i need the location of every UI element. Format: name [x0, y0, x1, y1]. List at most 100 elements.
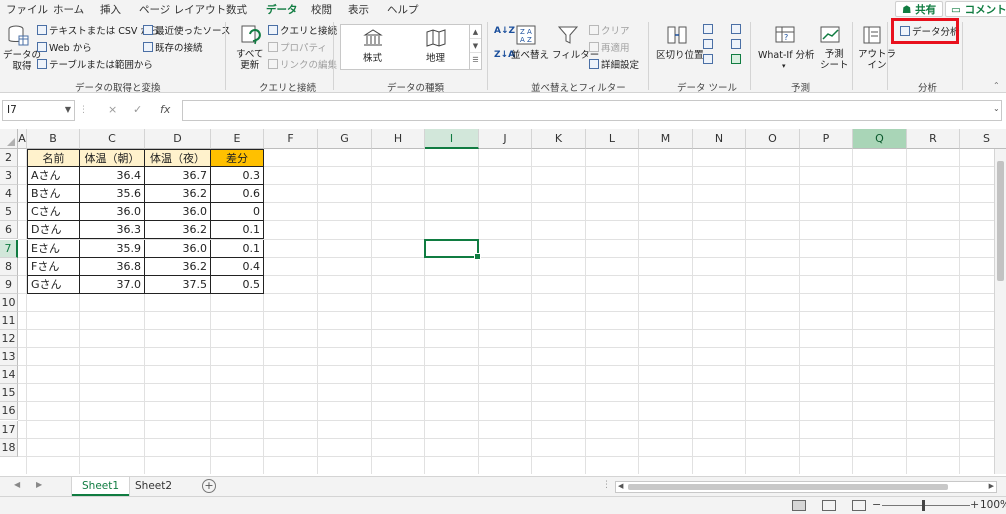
column-header-b[interactable]: B	[27, 129, 80, 149]
tab-data[interactable]: データ	[264, 2, 299, 20]
table-cell[interactable]: 0.4	[211, 257, 264, 276]
row-header-18[interactable]: 18	[0, 438, 18, 457]
row-header-2[interactable]: 2	[0, 149, 18, 168]
table-cell[interactable]: 37.0	[80, 275, 145, 294]
column-header-k[interactable]: K	[532, 129, 586, 149]
chevron-up-icon[interactable]: ▲	[470, 25, 481, 39]
tab-home[interactable]: ホーム	[53, 2, 84, 17]
table-cell[interactable]: Cさん	[27, 203, 80, 222]
existing-connections-button[interactable]: 既存の接続	[143, 42, 203, 54]
row-header-17[interactable]: 17	[0, 420, 18, 439]
table-cell[interactable]: 36.2	[145, 185, 211, 204]
next-sheet-icon[interactable]: ▶	[36, 480, 42, 489]
drag-handle-icon[interactable]: ⋮	[79, 105, 88, 115]
column-header-m[interactable]: M	[639, 129, 693, 149]
column-header-o[interactable]: O	[746, 129, 800, 149]
zoom-level[interactable]: 100%	[980, 499, 1006, 511]
column-header-l[interactable]: L	[586, 129, 639, 149]
table-cell[interactable]: 37.5	[145, 275, 211, 294]
row-header-10[interactable]: 10	[0, 293, 18, 312]
row-header-3[interactable]: 3	[0, 167, 18, 186]
table-cell[interactable]: Dさん	[27, 221, 80, 240]
gallery-scroll[interactable]: ▲ ▼ ☰	[469, 25, 481, 69]
column-header-e[interactable]: E	[211, 129, 264, 149]
table-cell[interactable]: 36.0	[80, 203, 145, 222]
table-cell[interactable]: Bさん	[27, 185, 80, 204]
active-cell-cursor[interactable]	[424, 238, 481, 260]
column-header-q[interactable]: Q	[853, 129, 907, 149]
zoom-slider[interactable]	[882, 505, 970, 506]
horizontal-scrollbar[interactable]: ◀ ▶	[615, 481, 997, 493]
tab-file[interactable]: ファイル	[6, 2, 48, 17]
row-header-5[interactable]: 5	[0, 203, 18, 222]
table-cell[interactable]: 0.5	[211, 275, 264, 294]
zoom-out-icon[interactable]: −	[872, 498, 881, 511]
sheet-tab-sheet1[interactable]: Sheet1	[72, 477, 130, 496]
table-header-cell[interactable]: 体温（朝）	[80, 149, 145, 168]
gallery-expand-icon[interactable]: ☰	[470, 53, 481, 67]
column-header-a[interactable]: A	[18, 129, 27, 149]
vertical-scroll-thumb[interactable]	[997, 161, 1004, 281]
page-break-preview-icon[interactable]	[852, 500, 866, 511]
zoom-slider-thumb[interactable]	[922, 500, 925, 511]
table-cell[interactable]: 0.3	[211, 167, 264, 186]
advanced-filter-button[interactable]: 詳細設定	[589, 59, 639, 71]
page-layout-view-icon[interactable]	[822, 500, 836, 511]
column-header-g[interactable]: G	[318, 129, 372, 149]
previous-sheet-icon[interactable]: ◀	[14, 480, 20, 489]
name-box[interactable]: I7 ▼	[2, 100, 75, 121]
table-cell[interactable]: 0.1	[211, 221, 264, 240]
sheet-tab-sheet2[interactable]: Sheet2	[125, 477, 182, 496]
table-cell[interactable]: 36.4	[80, 167, 145, 186]
data-validation-icon[interactable]	[703, 54, 715, 66]
column-header-j[interactable]: J	[479, 129, 532, 149]
column-header-r[interactable]: R	[907, 129, 960, 149]
manage-data-model-icon[interactable]	[731, 54, 743, 66]
table-header-cell[interactable]: 体温（夜）	[145, 149, 211, 168]
select-all-button[interactable]	[0, 129, 18, 149]
table-header-cell[interactable]: 差分	[211, 149, 264, 168]
tab-formulas[interactable]: 数式	[226, 2, 247, 17]
scroll-left-icon[interactable]: ◀	[618, 482, 623, 490]
enter-icon[interactable]: ✓	[133, 103, 142, 116]
column-header-d[interactable]: D	[145, 129, 211, 149]
column-header-c[interactable]: C	[80, 129, 145, 149]
expand-formula-bar-icon[interactable]: ⌄	[993, 104, 1000, 113]
edit-links-button[interactable]: リンクの編集	[268, 59, 337, 71]
clear-filter-button[interactable]: クリア	[589, 25, 630, 37]
row-header-11[interactable]: 11	[0, 311, 18, 330]
relationships-icon[interactable]	[731, 39, 743, 51]
row-header-14[interactable]: 14	[0, 366, 18, 385]
zoom-in-icon[interactable]: +	[970, 498, 979, 511]
table-cell[interactable]: Gさん	[27, 275, 80, 294]
column-header-p[interactable]: P	[800, 129, 853, 149]
column-header-i[interactable]: I	[425, 129, 479, 149]
column-header-f[interactable]: F	[264, 129, 318, 149]
reapply-button[interactable]: 再適用	[589, 42, 630, 54]
queries-connections-button[interactable]: クエリと接続	[268, 25, 337, 37]
remove-duplicates-icon[interactable]	[703, 39, 715, 51]
row-header-7[interactable]: 7	[0, 239, 18, 258]
scroll-right-icon[interactable]: ▶	[989, 482, 994, 490]
row-header-12[interactable]: 12	[0, 330, 18, 349]
from-web-button[interactable]: Web から	[37, 42, 92, 54]
table-cell[interactable]: 36.2	[145, 257, 211, 276]
row-header-8[interactable]: 8	[0, 257, 18, 276]
recent-sources-button[interactable]: 最近使ったソース	[143, 25, 231, 37]
table-cell[interactable]: 36.0	[145, 203, 211, 222]
table-cell[interactable]: 35.6	[80, 185, 145, 204]
column-header-s[interactable]: S	[960, 129, 1006, 149]
table-cell[interactable]: Fさん	[27, 257, 80, 276]
tab-review[interactable]: 校閲	[311, 2, 332, 17]
horizontal-scroll-thumb[interactable]	[628, 484, 948, 490]
table-cell[interactable]: 36.7	[145, 167, 211, 186]
table-cell[interactable]: 36.2	[145, 221, 211, 240]
row-header-16[interactable]: 16	[0, 402, 18, 421]
collapse-ribbon-icon[interactable]: ⌃	[993, 80, 1000, 91]
from-table-button[interactable]: テーブルまたは範囲から	[37, 59, 153, 71]
table-cell[interactable]: Eさん	[27, 239, 80, 258]
table-cell[interactable]: 0.6	[211, 185, 264, 204]
share-button[interactable]: ☗ 共有	[895, 1, 944, 17]
sort-ascending-icon[interactable]: A↓Z	[494, 26, 515, 37]
table-cell[interactable]: 36.8	[80, 257, 145, 276]
